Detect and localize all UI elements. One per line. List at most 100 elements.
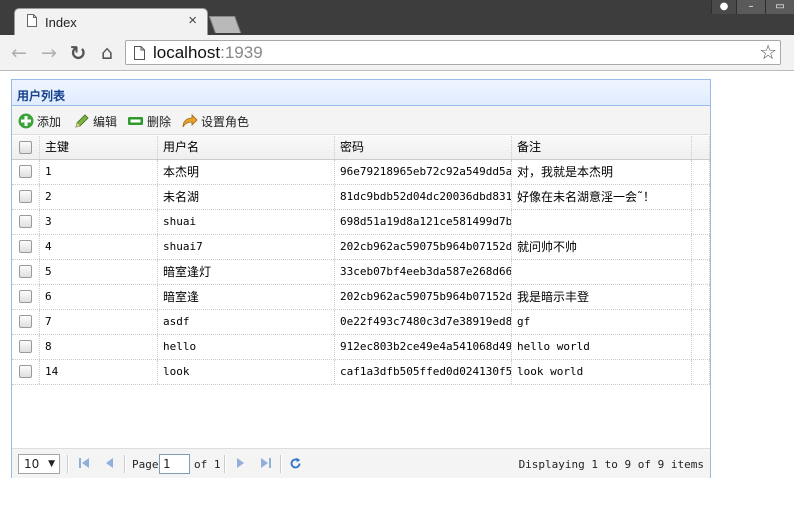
pager-divider [280, 455, 282, 473]
header-note[interactable]: 备注 [512, 136, 692, 159]
row-checkbox-cell [12, 185, 40, 209]
page-label: Page [132, 458, 159, 471]
maximize-icon[interactable]: ▭ [765, 0, 794, 14]
table-row[interactable]: 14lookcaf1a3dfb505ffed0d024130f58c5cfalo… [12, 360, 710, 385]
cell-note: hello world [512, 335, 692, 359]
table-row[interactable]: 3shuai698d51a19d8a121ce581499d7b701668 [12, 210, 710, 235]
header-password[interactable]: 密码 [335, 136, 512, 159]
cell-note: look world [512, 360, 692, 384]
row-checkbox-cell [12, 260, 40, 284]
address-bar[interactable]: localhost:1939 ☆ [125, 40, 781, 65]
first-page-icon[interactable] [78, 457, 90, 469]
header-username[interactable]: 用户名 [158, 136, 335, 159]
row-checkbox[interactable] [19, 340, 32, 353]
previous-page-icon[interactable] [104, 457, 116, 469]
table-row[interactable]: 7asdf0e22f493c7480c3d7e38919ed8a72b0cgf [12, 310, 710, 335]
edit-button[interactable]: 编辑 [74, 112, 117, 130]
page-number-input[interactable]: 1 [159, 454, 190, 474]
cell-username: look [158, 360, 335, 384]
cell-username: 暗室逢 [158, 285, 335, 309]
browser-toolbar: ← → ↻ ⌂ localhost:1939 ☆ [0, 35, 794, 71]
back-arrow-icon[interactable]: ← [7, 41, 31, 65]
row-checkbox-cell [12, 285, 40, 309]
cell-username: 本杰明 [158, 160, 335, 184]
cell-username: shuai [158, 210, 335, 234]
cell-password: caf1a3dfb505ffed0d024130f58c5cfa [335, 360, 512, 384]
cell-password: 33ceb07bf4eeb3da587e268d663aba1a [335, 260, 512, 284]
row-checkbox[interactable] [19, 265, 32, 278]
close-tab-icon[interactable]: × [188, 12, 197, 29]
delete-button[interactable]: 删除 [127, 112, 171, 130]
cell-password: 698d51a19d8a121ce581499d7b701668 [335, 210, 512, 234]
cell-password: 81dc9bdb52d04dc20036dbd8313ed055 [335, 185, 512, 209]
cell-password: 202cb962ac59075b964b07152d234b70 [335, 285, 512, 309]
row-checkbox[interactable] [19, 190, 32, 203]
table-row[interactable]: 5暗室逢灯33ceb07bf4eeb3da587e268d663aba1a [12, 260, 710, 285]
row-checkbox[interactable] [19, 240, 32, 253]
row-checkbox[interactable] [19, 290, 32, 303]
cell-id: 5 [40, 260, 158, 284]
cell-note: gf [512, 310, 692, 334]
user-icon[interactable]: ● [711, 0, 736, 14]
cell-password: 96e79218965eb72c92a549dd5a330112 [335, 160, 512, 184]
table-row[interactable]: 4shuai7202cb962ac59075b964b07152d234b70就… [12, 235, 710, 260]
grid-body: 1本杰明96e79218965eb72c92a549dd5a330112对，我就… [12, 160, 710, 385]
forward-arrow-icon[interactable]: → [37, 41, 61, 65]
row-checkbox[interactable] [19, 315, 32, 328]
url-text: localhost:1939 [153, 43, 263, 62]
add-button[interactable]: 添加 [18, 112, 61, 130]
cell-username: asdf [158, 310, 335, 334]
refresh-icon[interactable] [289, 457, 302, 470]
row-spacer [692, 310, 710, 334]
cell-id: 8 [40, 335, 158, 359]
row-spacer [692, 210, 710, 234]
cell-note: 就问帅不帅 [512, 235, 692, 259]
row-checkbox-cell [12, 310, 40, 334]
next-page-icon[interactable] [234, 457, 246, 469]
cell-note: 我是暗示丰登 [512, 285, 692, 309]
panel-header: 用户列表 [12, 80, 710, 106]
cell-username: 未名湖 [158, 185, 335, 209]
last-page-icon[interactable] [260, 457, 272, 469]
minimize-icon[interactable]: – [736, 0, 765, 14]
table-row[interactable]: 1本杰明96e79218965eb72c92a549dd5a330112对，我就… [12, 160, 710, 185]
cell-note [512, 260, 692, 284]
row-checkbox[interactable] [19, 165, 32, 178]
browser-tab[interactable]: Index × [14, 8, 208, 35]
window-controls: ● – ▭ [711, 0, 794, 14]
cell-id: 2 [40, 185, 158, 209]
row-checkbox[interactable] [19, 365, 32, 378]
row-spacer [692, 285, 710, 309]
cell-note: 对，我就是本杰明 [512, 160, 692, 184]
table-row[interactable]: 6暗室逢202cb962ac59075b964b07152d234b70我是暗示… [12, 285, 710, 310]
cell-id: 1 [40, 160, 158, 184]
cell-id: 14 [40, 360, 158, 384]
browser-tabstrip: Index × ● – ▭ [0, 0, 794, 35]
cell-password: 0e22f493c7480c3d7e38919ed8a72b0c [335, 310, 512, 334]
row-checkbox-cell [12, 335, 40, 359]
redo-arrow-icon [182, 114, 198, 128]
header-checkbox-cell [12, 136, 40, 159]
cell-password: 202cb962ac59075b964b07152d234b70 [335, 235, 512, 259]
row-spacer [692, 160, 710, 184]
cell-id: 7 [40, 310, 158, 334]
new-tab-button[interactable] [208, 16, 242, 33]
header-id[interactable]: 主键 [40, 136, 158, 159]
cell-password: 912ec803b2ce49e4a541068d495ab570 [335, 335, 512, 359]
minus-icon [128, 117, 143, 125]
select-all-checkbox[interactable] [19, 141, 32, 154]
bookmark-star-icon[interactable]: ☆ [759, 40, 777, 64]
cell-username: hello [158, 335, 335, 359]
page-icon [134, 46, 145, 60]
pencil-icon [75, 114, 89, 128]
pager-divider [67, 455, 69, 473]
home-icon[interactable]: ⌂ [95, 41, 119, 65]
reload-icon[interactable]: ↻ [66, 41, 90, 65]
user-list-panel: 用户列表 添加 编辑 删除 设置角色 主键 用户名 密码 备注 1 本杰明 96… [11, 79, 711, 478]
cell-id: 3 [40, 210, 158, 234]
table-row[interactable]: 2未名湖81dc9bdb52d04dc20036dbd8313ed055好像在未… [12, 185, 710, 210]
page-size-select[interactable]: 10 ▼ [18, 454, 60, 474]
table-row[interactable]: 8hello912ec803b2ce49e4a541068d495ab570he… [12, 335, 710, 360]
set-role-button[interactable]: 设置角色 [181, 112, 249, 130]
row-checkbox[interactable] [19, 215, 32, 228]
